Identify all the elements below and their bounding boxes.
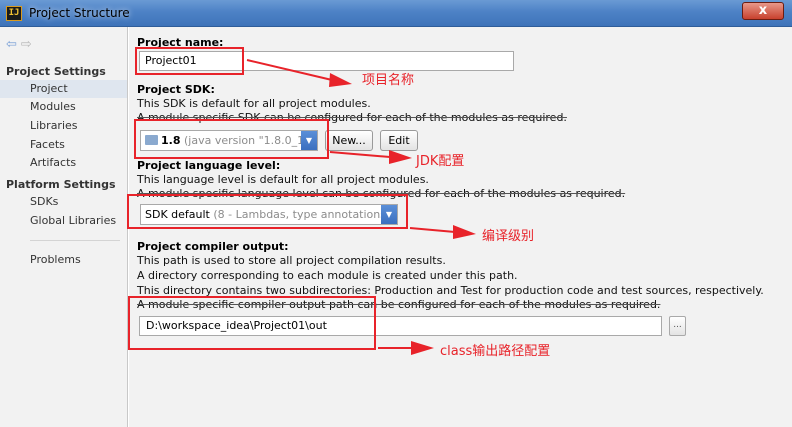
sidebar-item-problems[interactable]: Problems [0,251,127,269]
annotation-compile-level: 编译级别 [482,229,535,244]
language-level-label: Project language level: [137,159,281,172]
title-bar: IJ Project Structure x [0,0,792,27]
back-arrow-icon[interactable]: ⇦ [6,37,21,52]
annotation-output-path: class输出路径配置 [440,344,551,359]
nav-arrows: ⇦⇨ [6,37,36,52]
forward-arrow-icon[interactable]: ⇨ [21,37,36,52]
sdk-highlight [134,119,329,159]
language-level-description: This language level is default for all p… [137,173,429,186]
sidebar-item-project[interactable]: Project [0,80,127,98]
compiler-output-desc-2: A directory corresponding to each module… [137,269,518,282]
browse-output-path-button[interactable]: ... [669,316,686,336]
sidebar-divider [30,240,120,241]
sidebar-item-artifacts[interactable]: Artifacts [0,154,127,172]
platform-settings-heading: Platform Settings [6,178,116,191]
sidebar-item-global-libraries[interactable]: Global Libraries [0,212,127,230]
compiler-output-label: Project compiler output: [137,240,289,253]
annotation-project-name: 项目名称 [362,73,415,88]
window-title: Project Structure [29,6,130,20]
close-window-button[interactable]: x [742,2,784,20]
intellij-app-icon: IJ [6,6,22,21]
edit-sdk-button[interactable]: Edit [380,130,418,151]
annotation-jdk-config: JDK配置 [416,154,465,169]
sidebar: ⇦⇨ Project Settings Project Modules Libr… [0,27,128,427]
sidebar-item-facets[interactable]: Facets [0,136,127,154]
sidebar-item-sdks[interactable]: SDKs [0,193,127,211]
output-path-highlight [128,296,376,350]
sidebar-item-libraries[interactable]: Libraries [0,117,127,135]
project-settings-heading: Project Settings [6,65,106,78]
language-level-highlight [127,194,408,229]
compiler-output-desc-1: This path is used to store all project c… [137,254,446,267]
sidebar-item-modules[interactable]: Modules [0,98,127,116]
project-sdk-label: Project SDK: [137,83,215,96]
project-sdk-description: This SDK is default for all project modu… [137,97,371,110]
project-name-highlight [135,47,244,75]
new-sdk-button[interactable]: New... [325,130,373,151]
